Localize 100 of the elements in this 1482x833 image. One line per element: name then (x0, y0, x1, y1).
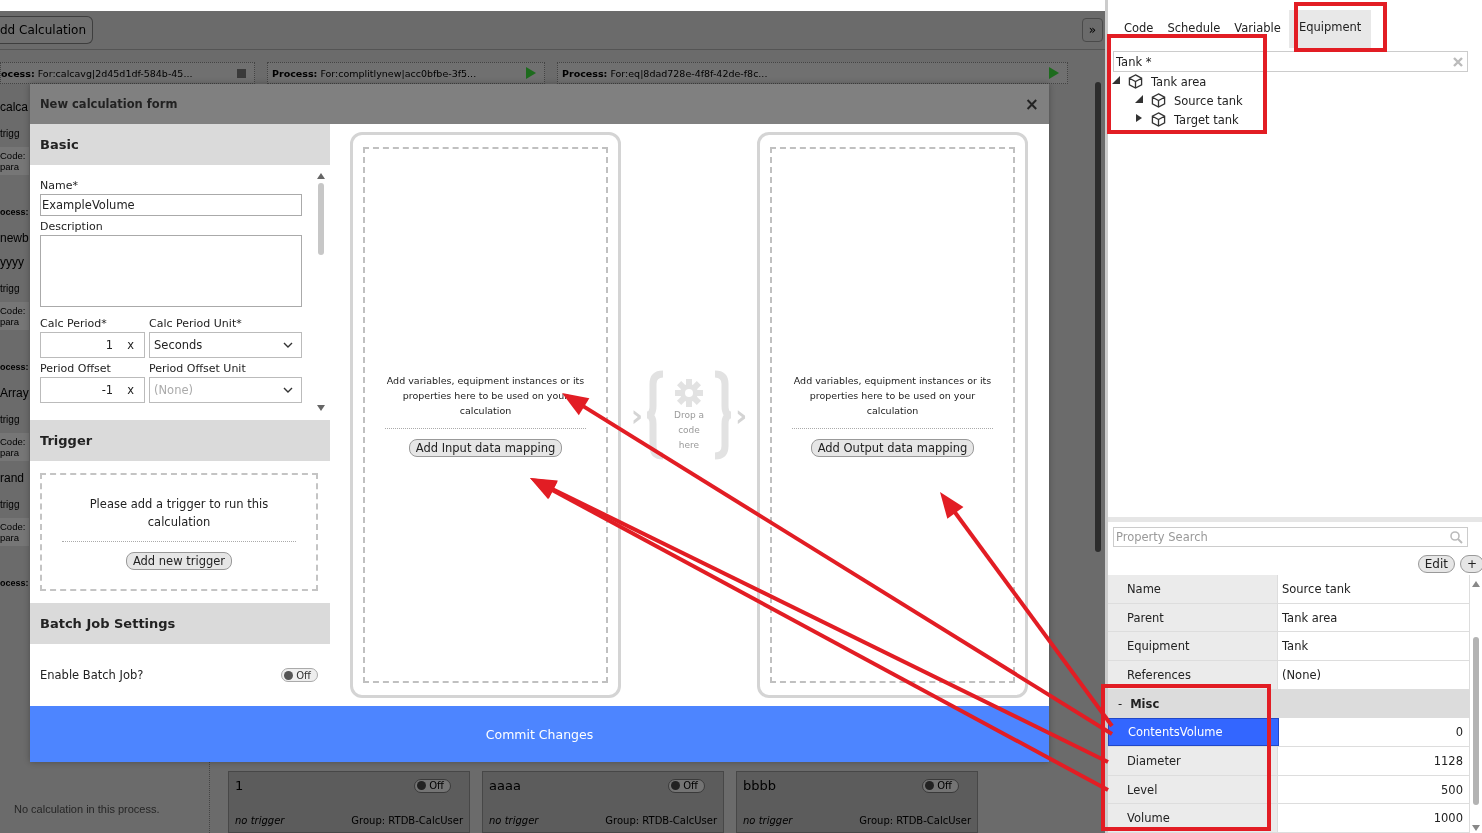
add-calculation-button[interactable]: dd Calculation (0, 16, 93, 44)
name-field[interactable]: ExampleVolume (40, 194, 302, 216)
card-title: 1 (235, 778, 244, 793)
property-value[interactable]: 1000 (1278, 804, 1470, 833)
batch-job-label: Enable Batch Job? (40, 668, 144, 682)
calculation-card[interactable]: aaaa Off no trigger Group: RTDB-CalcUser (482, 771, 724, 833)
chevron-down-icon (283, 342, 293, 348)
stop-icon[interactable] (237, 68, 246, 78)
trigger-text: no trigger (743, 815, 793, 826)
property-name[interactable]: Equipment (1108, 632, 1278, 660)
toggle-switch[interactable]: Off (414, 778, 451, 793)
scroll-up-icon[interactable] (1472, 581, 1480, 587)
trigger-text: no trigger (235, 815, 285, 826)
property-name[interactable]: Level (1108, 775, 1278, 804)
process-tab[interactable]: Process: For:eq|8dad728e-4f8f-42de-f8c... (557, 62, 1068, 84)
tree-item[interactable]: Tank area (1151, 74, 1207, 89)
group-text: Group: RTDB-CalcUser (351, 815, 463, 826)
section-title: Basic (40, 137, 79, 152)
property-value[interactable]: (None) (1278, 661, 1470, 689)
property-name[interactable]: Name (1108, 575, 1278, 603)
expanded-icon[interactable] (1135, 94, 1143, 103)
section-title: Trigger (40, 433, 93, 448)
close-button[interactable]: × (1024, 94, 1039, 114)
drop-code-text: Drop a code here (673, 408, 705, 452)
process-label: ocess: (0, 362, 29, 374)
property-name[interactable]: Diameter (1108, 747, 1278, 775)
calculation-title: Array (0, 386, 29, 400)
property-value[interactable]: 500 (1278, 775, 1470, 804)
empty-note: No calculation in this process. (14, 803, 160, 815)
code-summary-text: para (0, 161, 20, 172)
property-value[interactable]: Tank (1278, 632, 1470, 660)
toolbar-button[interactable]: + (1459, 555, 1482, 573)
property-value[interactable]: 1128 (1278, 747, 1470, 775)
toggle-switch[interactable]: Off (668, 778, 705, 793)
process-label: ocess: (0, 207, 29, 219)
cube-icon (1128, 74, 1143, 89)
collapse-button[interactable]: » (1081, 18, 1103, 42)
number-field[interactable]: -1 x (40, 377, 145, 403)
property-name[interactable]: Parent (1108, 603, 1278, 632)
code-summary-text: para (0, 532, 20, 543)
expanded-icon[interactable] (1112, 75, 1120, 84)
cube-icon (1151, 93, 1166, 108)
toolbar-button[interactable]: Edit (1417, 555, 1455, 573)
property-value[interactable]: Source tank (1278, 575, 1470, 603)
calculation-title: newb (0, 231, 29, 245)
tab[interactable]: Schedule (1161, 10, 1227, 48)
code-summary-text: para (0, 447, 20, 458)
dropdown[interactable]: Seconds (149, 332, 302, 358)
search-icon (1450, 530, 1463, 544)
cube-icon (1151, 112, 1166, 127)
group-text: Group: RTDB-CalcUser (859, 815, 971, 826)
property-value[interactable]: Tank area (1278, 603, 1470, 632)
card-title: aaaa (489, 778, 521, 793)
code-summary-text: Code: (0, 521, 27, 532)
scroll-down-icon[interactable] (1472, 825, 1480, 831)
calculation-title: calca (0, 100, 28, 114)
property-value[interactable]: 0 (1279, 718, 1470, 746)
add-input-mapping-button[interactable]: Add Input data mapping (408, 439, 563, 457)
tab[interactable]: Variable (1228, 10, 1287, 48)
collapsed-icon[interactable] (1135, 113, 1143, 122)
number-field[interactable]: 1 x (40, 332, 145, 358)
trigger-count: trigg (0, 283, 20, 294)
field-label: Period Offset (40, 362, 112, 375)
tree-item[interactable]: Source tank (1174, 93, 1243, 108)
process-tab[interactable]: Process: For:complitlynew|acc0bfbe-3f5... (267, 62, 545, 84)
field-label: Calc Period* (40, 317, 108, 330)
field-label: Name* (40, 179, 79, 192)
description-field[interactable] (40, 235, 302, 307)
chevron-down-icon (283, 387, 293, 393)
trigger-count: trigg (0, 499, 20, 510)
process-tab[interactable]: ocess: For:calcavg|2d45d1df-584b-45... (0, 62, 255, 84)
trigger-count: trigg (0, 128, 20, 139)
calculation-title: yyyy (0, 255, 24, 269)
trigger-text: no trigger (489, 815, 539, 826)
tree-item[interactable]: Target tank (1174, 112, 1239, 127)
code-summary-text: para (0, 316, 20, 327)
tab[interactable]: Code (1118, 10, 1160, 48)
calculation-title: rand (0, 471, 25, 485)
calculation-card[interactable]: bbbb Off no trigger Group: RTDB-CalcUser (736, 771, 978, 833)
code-summary-text: Code: (0, 436, 27, 447)
scroll-up-icon[interactable] (317, 173, 325, 179)
field-label: Description (40, 220, 104, 233)
add-output-mapping-button[interactable]: Add Output data mapping (810, 439, 975, 457)
tab[interactable]: Equipment (1288, 10, 1372, 48)
card-title: bbbb (743, 778, 776, 793)
dialog-title: New calculation form (40, 97, 178, 111)
clear-icon[interactable] (1453, 56, 1463, 67)
trigger-message: Please add a trigger to run this calculation (88, 495, 270, 531)
add-trigger-button[interactable]: Add new trigger (125, 551, 233, 570)
code-summary-text: Code: (0, 305, 27, 316)
drop-message: Add variables, equipment instances or its properties here to be used on your calculation (792, 374, 993, 418)
process-label: ocess: (0, 578, 29, 590)
collapse-toggle[interactable]: - (1118, 697, 1123, 711)
property-name[interactable]: ContentsVolume (1108, 718, 1279, 746)
calculation-card[interactable]: 1 Off no trigger Group: RTDB-CalcUser (228, 771, 470, 833)
toggle-switch[interactable]: Off (281, 668, 318, 682)
scroll-down-icon[interactable] (317, 405, 325, 411)
toggle-switch[interactable]: Off (922, 778, 959, 793)
search-field[interactable]: Tank * (1113, 51, 1468, 72)
code-summary-text: Code: (0, 150, 27, 161)
